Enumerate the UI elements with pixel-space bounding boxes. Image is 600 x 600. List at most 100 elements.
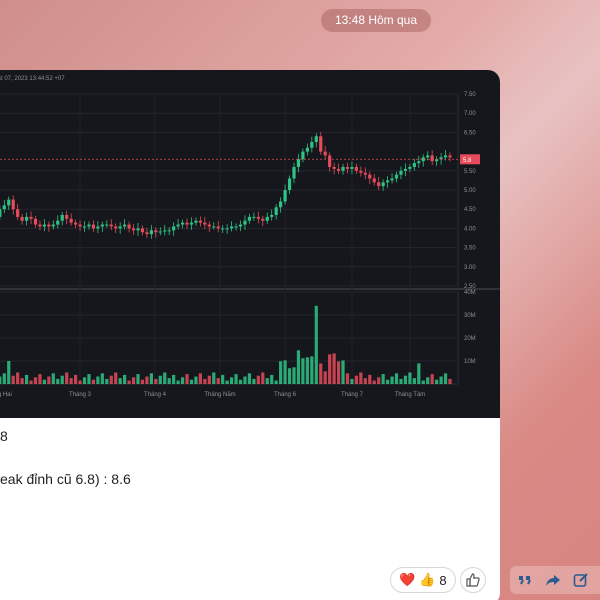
volume-bar <box>443 373 448 384</box>
candle-body <box>412 163 416 167</box>
time-tick-label: Tháng Hai <box>0 392 12 398</box>
candle-body <box>381 182 385 187</box>
candle-body <box>403 168 408 171</box>
volume-bar <box>377 377 381 384</box>
quote-icon[interactable] <box>516 571 534 589</box>
volume-bar <box>426 377 430 384</box>
candle-body <box>180 222 185 225</box>
candle-body <box>11 199 15 210</box>
candle-body <box>234 226 238 228</box>
candle-body <box>140 228 145 233</box>
volume-bar <box>394 373 399 384</box>
volume-bar <box>448 378 452 384</box>
reactions-bar: ❤️ 👍 8 <box>390 566 486 594</box>
edit-icon[interactable] <box>572 571 590 589</box>
volume-bar <box>131 377 136 384</box>
volume-bar <box>274 380 278 384</box>
candle-body <box>127 224 131 229</box>
candle-body <box>372 178 376 183</box>
price-tick-label: 4.00 <box>464 226 476 232</box>
volume-bar <box>47 376 51 384</box>
candle-body <box>408 166 412 169</box>
forward-icon[interactable] <box>544 571 562 589</box>
volume-bar <box>230 377 234 384</box>
candle-body <box>33 218 38 225</box>
reaction-pill[interactable]: ❤️ 👍 8 <box>390 567 456 593</box>
volume-bar <box>176 380 180 384</box>
candle-body <box>189 222 194 225</box>
candle-body <box>301 151 305 160</box>
candle-body <box>265 216 269 221</box>
candle-body <box>279 201 283 208</box>
candle-body <box>261 218 265 221</box>
volume-bar <box>163 372 167 384</box>
add-reaction-button[interactable] <box>459 567 486 593</box>
price-tick-label: 3.00 <box>464 265 476 271</box>
volume-tick-label: 30M <box>464 313 476 319</box>
candle-body <box>203 222 207 225</box>
volume-tick-label: 10M <box>464 359 476 365</box>
volume-bar <box>109 375 113 384</box>
volume-bar <box>69 378 73 384</box>
time-tick-label: Tháng Năm <box>204 392 235 398</box>
volume-bar <box>270 374 274 384</box>
volume-bar <box>279 361 283 384</box>
candle-body <box>91 224 96 229</box>
volume-bar <box>203 378 207 384</box>
volume-bar <box>185 374 189 384</box>
volume-bar <box>118 378 122 384</box>
volume-bar <box>265 378 269 384</box>
message-text-line-1: 8 <box>0 428 8 444</box>
volume-bar <box>33 377 38 384</box>
volume-bar <box>65 372 69 384</box>
volume-bar <box>180 377 185 384</box>
candle-body <box>296 159 301 167</box>
candle-body <box>105 224 109 226</box>
candle-body <box>198 220 202 223</box>
price-tick-label: 7.00 <box>464 111 476 117</box>
candle-body <box>158 231 162 233</box>
volume-bar <box>29 380 33 384</box>
candle-body <box>417 161 421 164</box>
volume-bar <box>319 363 323 384</box>
candle-body <box>292 166 296 179</box>
thumbs-up-outline-icon <box>466 573 480 587</box>
candle-body <box>96 226 100 229</box>
candle-body <box>69 218 73 223</box>
volume-bar <box>114 372 118 384</box>
volume-bar <box>100 373 104 384</box>
candle-body <box>207 224 211 227</box>
candle-body <box>336 168 341 171</box>
volume-bar <box>301 358 305 384</box>
volume-bar <box>314 305 318 384</box>
candle-body <box>0 209 2 217</box>
candle-body <box>167 230 171 232</box>
candle-body <box>386 180 390 183</box>
candle-body <box>216 226 220 229</box>
candle-body <box>350 166 354 169</box>
volume-bar <box>417 363 421 384</box>
candle-body <box>399 170 403 175</box>
volume-bar <box>252 378 256 384</box>
volume-bar <box>238 379 243 384</box>
candle-body <box>212 226 216 228</box>
candle-body <box>283 190 287 202</box>
volume-bar <box>399 378 403 384</box>
time-tick-label: Tháng 3 <box>69 392 92 398</box>
candle-body <box>7 199 11 206</box>
volume-bar <box>91 379 96 384</box>
volume-bar <box>20 378 24 384</box>
volume-bar <box>305 357 309 384</box>
volume-bar <box>198 373 202 384</box>
price-tick-label: 6.50 <box>464 130 476 136</box>
candle-body <box>354 166 358 171</box>
volume-bar <box>16 372 20 384</box>
volume-bar <box>350 378 354 384</box>
candle-body <box>319 136 323 152</box>
volume-bar <box>435 379 439 384</box>
candle-body <box>256 216 260 219</box>
candle-body <box>430 155 434 162</box>
chart-image[interactable]: August 07, 2023 13:44:52 +07.657.507.006… <box>0 70 500 418</box>
volume-bar <box>0 376 2 384</box>
volume-bar <box>56 378 60 384</box>
